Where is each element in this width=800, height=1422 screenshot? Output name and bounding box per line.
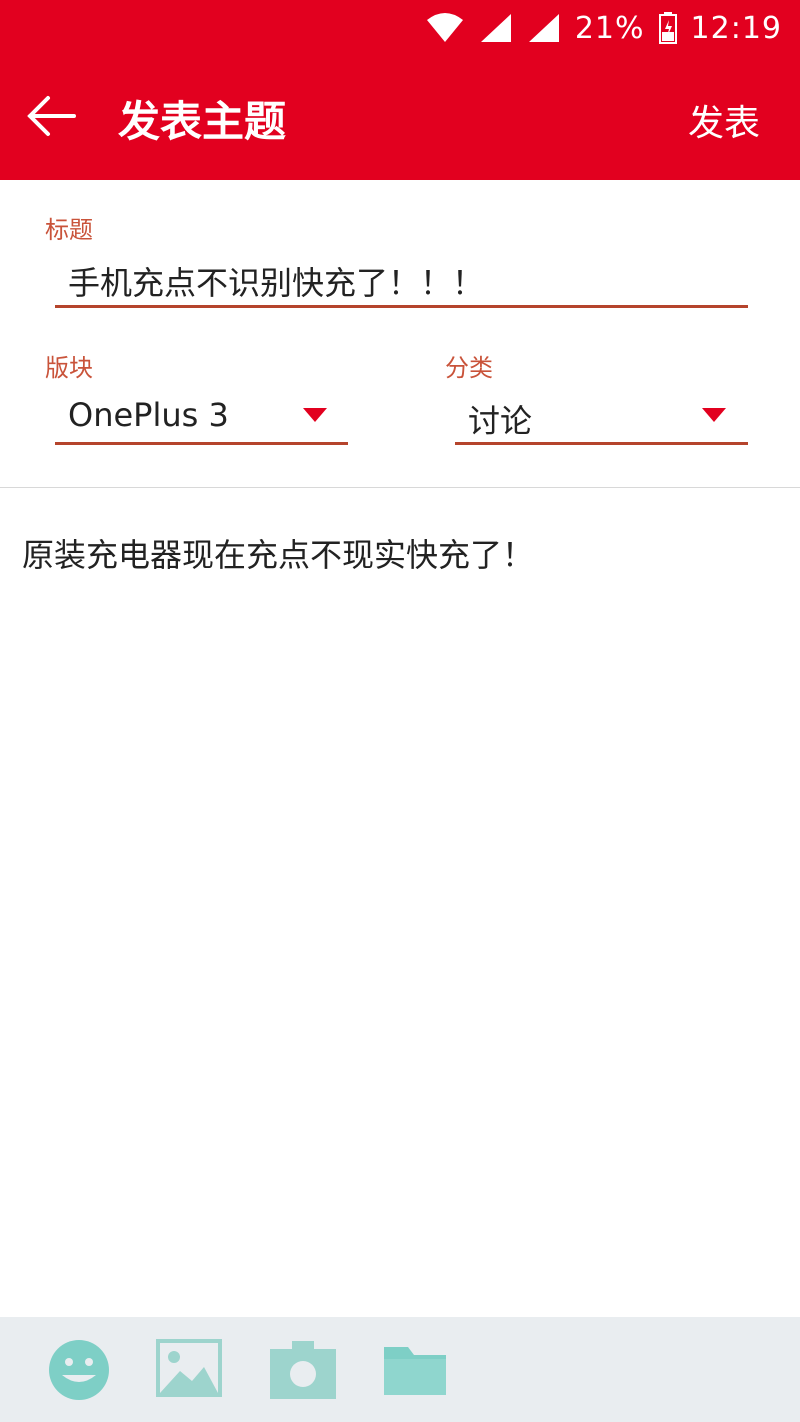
publish-button[interactable]: 发表: [688, 94, 760, 146]
signal-icon: [528, 14, 559, 42]
battery-icon: [658, 12, 677, 44]
back-arrow-icon[interactable]: [24, 94, 78, 138]
board-underline: [55, 442, 348, 445]
camera-icon[interactable]: [268, 1337, 338, 1403]
wifi-icon: [426, 13, 463, 42]
category-label: 分类: [445, 354, 493, 382]
page-title: 发表主题: [118, 97, 287, 146]
attachment-toolbar: [0, 1317, 800, 1422]
board-select[interactable]: OnePlus 3: [68, 396, 229, 434]
post-body-input[interactable]: 原装充电器现在充点不现实快充了！: [22, 530, 534, 576]
board-dropdown-icon[interactable]: [303, 408, 327, 422]
title-underline: [55, 305, 748, 308]
title-input[interactable]: 手机充点不识别快充了！！！: [68, 258, 484, 304]
category-dropdown-icon[interactable]: [702, 408, 726, 422]
category-underline: [455, 442, 748, 445]
board-label: 版块: [45, 354, 93, 382]
app-bar: 21% 12:19 发表主题 发表: [0, 0, 800, 180]
clock: 12:19: [690, 10, 782, 46]
folder-icon[interactable]: [382, 1337, 452, 1403]
status-bar: 21% 12:19: [0, 0, 800, 56]
emoji-icon[interactable]: [44, 1337, 114, 1403]
status-icons: 21% 12:19: [425, 8, 782, 48]
battery-percent: 21%: [574, 10, 645, 46]
image-icon[interactable]: [154, 1337, 224, 1403]
signal-icon: [480, 14, 511, 42]
section-divider: [0, 487, 800, 488]
category-select[interactable]: 讨论: [468, 396, 532, 442]
title-label: 标题: [45, 216, 93, 244]
